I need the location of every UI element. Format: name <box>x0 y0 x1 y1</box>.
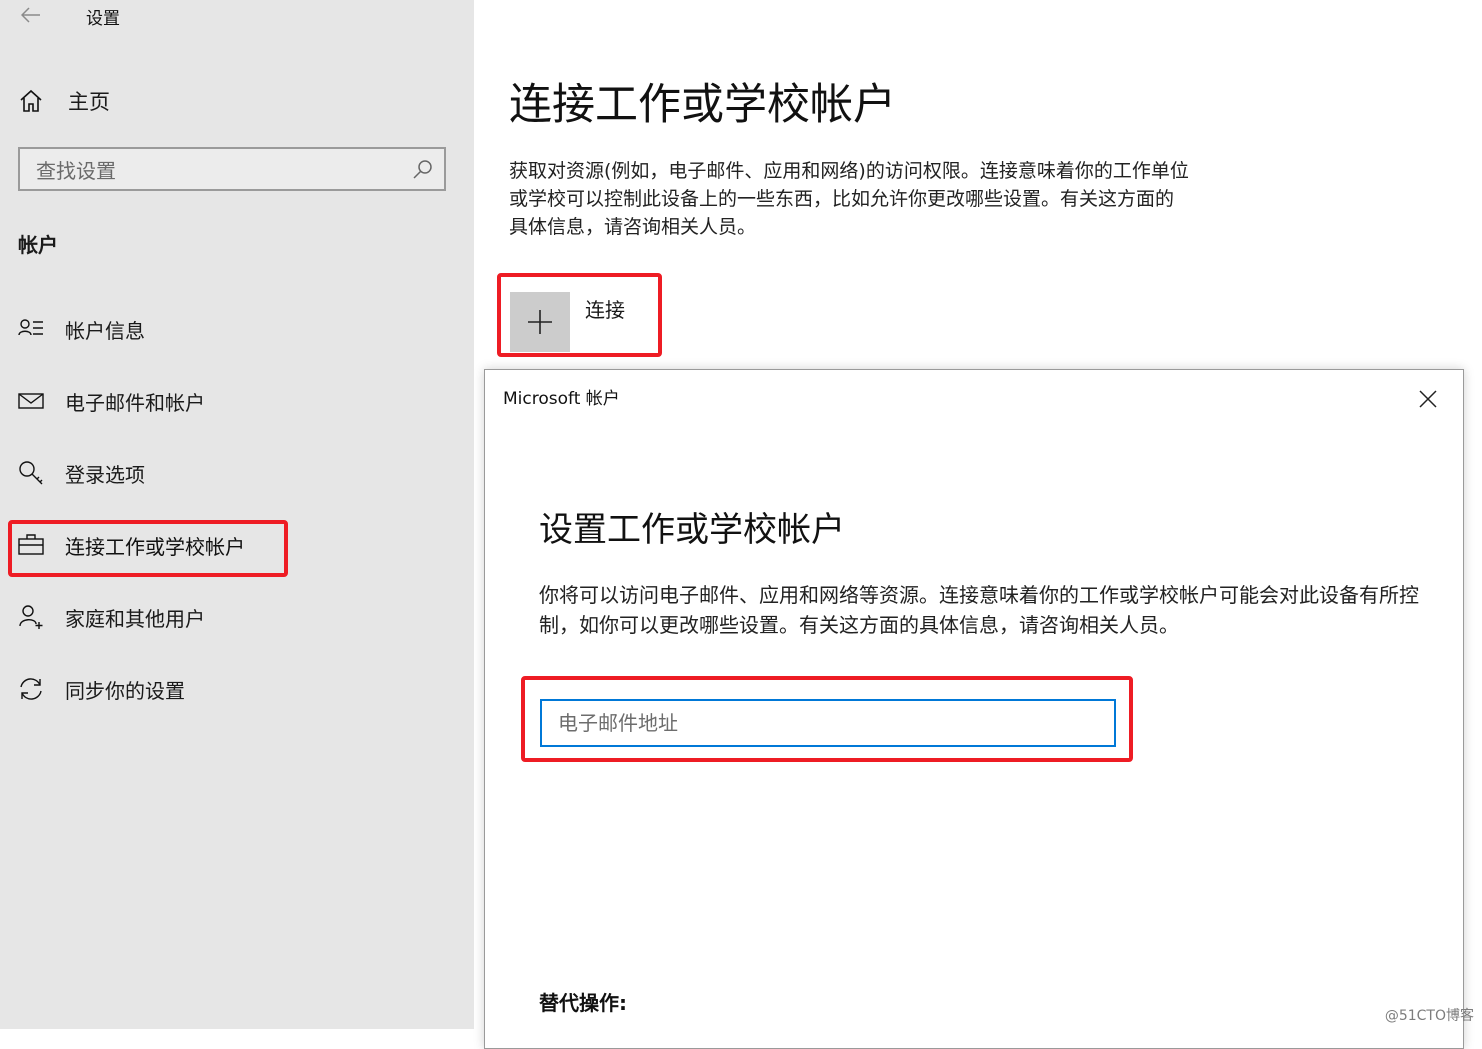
search-input[interactable]: 查找设置 <box>18 147 446 191</box>
sidebar-item-label: 家庭和其他用户 <box>65 606 205 631</box>
section-header: 帐户 <box>18 233 58 257</box>
mail-icon <box>18 388 44 414</box>
sidebar-item-email-accounts[interactable]: 电子邮件和帐户 <box>18 381 205 421</box>
sidebar-home[interactable]: 主页 <box>18 84 110 118</box>
home-icon <box>18 88 44 114</box>
sidebar-item-label: 电子邮件和帐户 <box>65 390 205 415</box>
search-icon[interactable] <box>412 158 434 180</box>
page-description: 获取对资源(例如，电子邮件、应用和网络)的访问权限。连接意味着你的工作单位或学校… <box>509 160 1189 238</box>
app-title: 设置 <box>86 9 120 29</box>
sidebar-item-label: 帐户信息 <box>65 318 145 343</box>
close-icon <box>1419 390 1437 408</box>
microsoft-account-dialog: Microsoft 帐户 设置工作或学校帐户 你将可以访问电子邮件、应用和网络等… <box>484 369 1464 1049</box>
page-title: 连接工作或学校帐户 <box>509 80 896 130</box>
highlight-box-sidebar <box>8 520 288 577</box>
person-add-icon <box>18 604 44 630</box>
alternative-actions-label: 替代操作: <box>539 991 627 1015</box>
back-arrow-icon <box>21 7 40 23</box>
dialog-description: 你将可以访问电子邮件、应用和网络等资源。连接意味着你的工作或学校帐户可能会对此设… <box>539 583 1419 637</box>
dialog-title: Microsoft 帐户 <box>503 389 620 409</box>
close-button[interactable] <box>1413 384 1443 414</box>
sidebar: 设置 主页 查找设置 帐户 帐户信息 电子邮件和帐户 登录选项 连接工作或学校帐… <box>0 0 474 1029</box>
sidebar-item-sync-settings[interactable]: 同步你的设置 <box>18 669 185 709</box>
sidebar-item-account-info[interactable]: 帐户信息 <box>18 309 145 349</box>
highlight-box-email <box>521 676 1133 762</box>
sync-icon <box>18 676 44 702</box>
back-button[interactable] <box>16 2 46 28</box>
account-info-icon <box>18 316 44 342</box>
sidebar-item-label: 登录选项 <box>65 462 145 487</box>
key-icon <box>18 460 44 486</box>
watermark: @51CTO博客 <box>1384 1008 1474 1024</box>
sidebar-item-sign-in-options[interactable]: 登录选项 <box>18 453 145 493</box>
home-label: 主页 <box>68 90 110 114</box>
highlight-box-connect <box>497 273 662 357</box>
sidebar-item-family-users[interactable]: 家庭和其他用户 <box>18 597 205 637</box>
sidebar-item-label: 同步你的设置 <box>65 678 185 703</box>
dialog-heading: 设置工作或学校帐户 <box>539 510 845 550</box>
search-placeholder: 查找设置 <box>36 158 116 183</box>
